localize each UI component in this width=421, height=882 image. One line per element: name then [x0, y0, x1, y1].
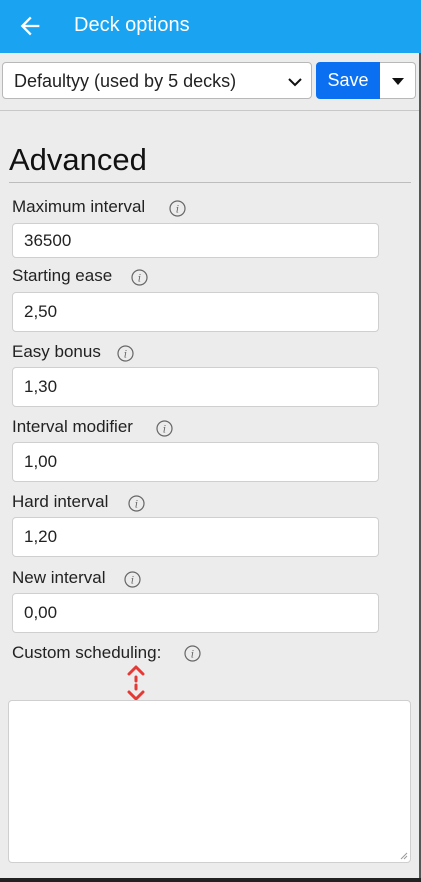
info-icon[interactable]: i: [117, 345, 134, 362]
svg-text:i: i: [163, 425, 166, 436]
bottom-edge: [0, 878, 421, 882]
svg-text:i: i: [191, 650, 194, 661]
starting-ease-label: Starting ease: [12, 266, 113, 285]
app-bar: Deck options: [0, 0, 421, 53]
starting-ease-input[interactable]: 2,50: [12, 292, 379, 332]
info-icon[interactable]: i: [184, 645, 201, 662]
svg-text:i: i: [176, 205, 179, 216]
caret-down-icon: [392, 78, 404, 85]
preset-select[interactable]: Defaultyy (used by 5 decks): [2, 62, 312, 99]
svg-text:i: i: [138, 274, 141, 285]
hard-interval-input[interactable]: 1,20: [12, 517, 379, 557]
info-icon[interactable]: i: [124, 571, 141, 588]
page-title: Deck options: [74, 14, 190, 36]
easy-bonus-input[interactable]: 1,30: [12, 367, 379, 407]
save-button[interactable]: Save: [316, 62, 380, 99]
section-title: Advanced: [9, 142, 147, 177]
svg-text:i: i: [124, 350, 127, 361]
chevron-down-icon: [288, 78, 302, 87]
svg-text:i: i: [135, 500, 138, 511]
section-divider: [9, 182, 411, 183]
custom-scheduling-textarea[interactable]: [8, 700, 411, 863]
divider: [0, 110, 419, 111]
interval-modifier-input[interactable]: 1,00: [12, 442, 379, 482]
preset-select-value: Defaultyy (used by 5 decks): [14, 71, 237, 91]
textarea-resize-grip-icon[interactable]: [400, 852, 408, 860]
custom-scheduling-label: Custom scheduling:: [12, 643, 162, 662]
easy-bonus-label: Easy bonus: [12, 342, 101, 361]
resize-vertical-handle-icon[interactable]: [125, 665, 147, 701]
svg-text:i: i: [131, 576, 134, 587]
maximum-interval-label: Maximum interval: [12, 197, 146, 216]
hard-interval-label: Hard interval: [12, 492, 109, 511]
maximum-interval-input[interactable]: 36500: [12, 223, 379, 258]
new-interval-input[interactable]: 0,00: [12, 593, 379, 633]
info-icon[interactable]: i: [169, 200, 186, 217]
save-options-dropdown[interactable]: [380, 62, 416, 99]
new-interval-label: New interval: [12, 568, 106, 587]
interval-modifier-label: Interval modifier: [12, 417, 133, 436]
back-arrow-icon[interactable]: [16, 12, 44, 40]
info-icon[interactable]: i: [156, 420, 173, 437]
info-icon[interactable]: i: [131, 269, 148, 286]
info-icon[interactable]: i: [128, 495, 145, 512]
